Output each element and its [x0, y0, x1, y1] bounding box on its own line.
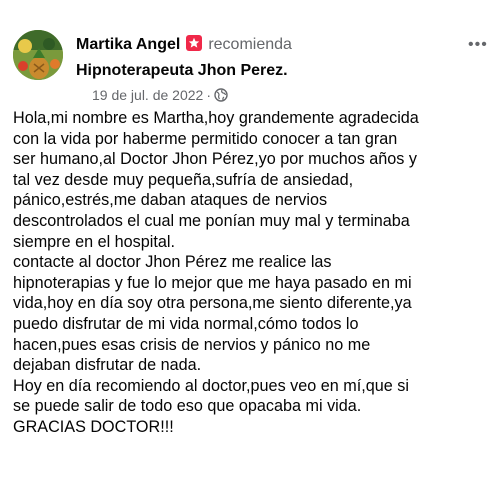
- post-body-line: descontrolados el cual me ponían muy mal…: [13, 211, 410, 230]
- author-avatar[interactable]: [13, 30, 63, 80]
- post-header: Martika Angel recomienda: [76, 35, 292, 55]
- post-date-link[interactable]: 19 de jul. de 2022: [92, 87, 203, 103]
- post-body-line: Hola,mi nombre es Martha,hoy grandemente…: [13, 109, 419, 127]
- post-body-line: Hoy en día recomiendo al doctor,pues veo…: [13, 376, 409, 395]
- globe-icon[interactable]: [214, 88, 228, 106]
- post-body-line: siempre en el hospital.: [13, 232, 175, 251]
- post-body-line: dejaban disfrutar de nada.: [13, 356, 202, 375]
- post-body-line: se puede salir de todo eso que opacaba m…: [13, 397, 362, 416]
- post-body-line: GRACIAS DOCTOR!!!: [13, 417, 174, 436]
- post-body-line: hipnoterapias y fue lo mejor que me haya…: [13, 273, 412, 292]
- page-name-period: .: [283, 62, 288, 79]
- post-body-line: hacen,pues esas crisis de nervios y páni…: [13, 335, 371, 354]
- avatar-photo-icon: [13, 30, 63, 80]
- recommend-icon: [186, 35, 203, 51]
- post-body-line: contacte al doctor Jhon Pérez me realice…: [13, 253, 332, 272]
- author-name-link[interactable]: Martika Angel: [76, 36, 180, 53]
- meta-separator: ·: [206, 87, 211, 103]
- post-body-line: tal vez desde muy pequeña,sufría de ansi…: [13, 170, 354, 189]
- recommendation-post: Martika Angel recomienda Hipnoterapeuta J…: [0, 0, 500, 500]
- post-body-line: pánico,estrés,me daban ataques de nervio…: [13, 191, 328, 210]
- recommend-label: recomienda: [208, 36, 292, 53]
- post-body-line: vida,hoy en día soy otra persona,me sien…: [13, 294, 412, 313]
- page-name-row: Hipnoterapeuta Jhon Perez.: [76, 60, 288, 82]
- post-body-line: ser humano,al Doctor Jhon Pérez,yo por m…: [13, 150, 417, 169]
- post-meta: 19 de jul. de 2022 ·: [92, 86, 228, 106]
- page-name-link[interactable]: Hipnoterapeuta Jhon Perez: [76, 62, 283, 79]
- more-options-icon[interactable]: •••: [468, 37, 488, 53]
- post-body: Hola,mi nombre es Martha,hoy grandemente…: [13, 108, 493, 438]
- post-body-line: puedo disfrutar de mi vida normal,cómo t…: [13, 314, 359, 333]
- post-body-line: con la vida por haberme permitido conoce…: [13, 129, 398, 148]
